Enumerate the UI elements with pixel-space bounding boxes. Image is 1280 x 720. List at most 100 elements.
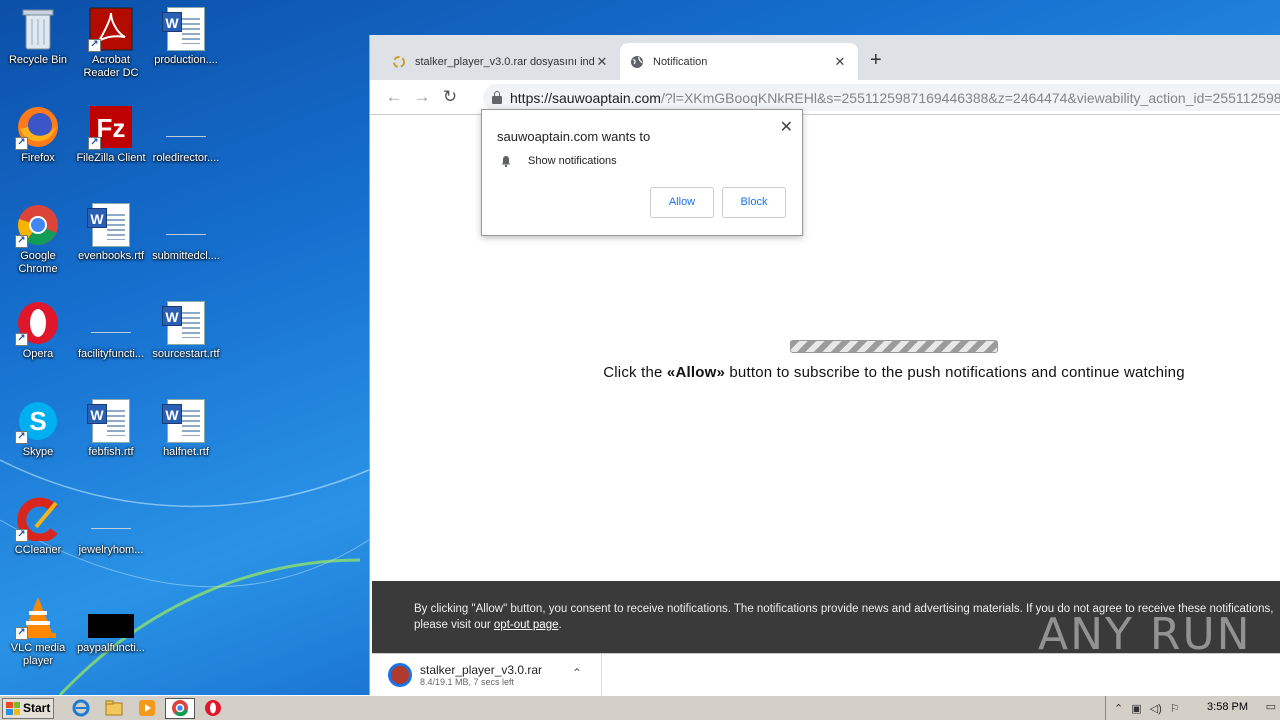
network-icon[interactable]: ▣: [1131, 702, 1141, 715]
desktop-icon-label: Acrobat Reader DC: [83, 54, 139, 79]
desktop-icon-label: FileZilla Client: [76, 152, 146, 164]
download-status: 8.4/19.1 MB, 7 secs left: [420, 677, 515, 687]
internet-explorer-icon[interactable]: [66, 698, 96, 719]
word-doc-icon: W: [87, 398, 134, 444]
desktop-icon-vlc[interactable]: ↗ VLC media player: [0, 594, 76, 668]
tab-notification[interactable]: Notification ✕: [620, 43, 858, 80]
system-tray: ⌃ ▣ ◁) ⚐ 3:58 PM ▭: [1105, 696, 1280, 720]
action-center-flag-icon[interactable]: ⚐: [1170, 702, 1180, 715]
desktop-icon-production[interactable]: W production....: [148, 6, 224, 67]
permission-item-label: Show notifications: [528, 155, 617, 167]
shortcut-arrow-icon: ↗: [15, 333, 28, 346]
blank-file-icon: [88, 496, 134, 542]
opera-icon: ↗: [15, 300, 61, 346]
firefox-icon: ↗: [15, 104, 61, 150]
desktop-icon-label: roledirector....: [152, 152, 220, 164]
close-icon[interactable]: ✕: [780, 117, 793, 137]
shortcut-arrow-icon: ↗: [88, 39, 101, 52]
desktop-icon-jewelryhom[interactable]: jewelryhom...: [73, 496, 149, 557]
url-path: /?l=XKmGBooqKNkREHl&s=255112598716944638…: [660, 89, 1280, 106]
clock[interactable]: 3:58 PM: [1207, 701, 1248, 713]
chrome-icon: ↗: [15, 202, 61, 248]
shortcut-arrow-icon: ↗: [15, 627, 28, 640]
desktop-icon-firefox[interactable]: ↗ Firefox: [0, 104, 76, 165]
start-button[interactable]: Start: [2, 697, 54, 719]
desktop-icon-febfish[interactable]: W febfish.rtf: [73, 398, 149, 459]
desktop-icon-ccleaner[interactable]: ↗ CCleaner: [0, 496, 76, 557]
forward-icon[interactable]: →: [408, 87, 436, 107]
desktop-icon-label: evenbooks.rtf: [77, 250, 145, 262]
shortcut-arrow-icon: ↗: [88, 137, 101, 150]
desktop-icon-label: production....: [154, 54, 218, 66]
back-icon[interactable]: ←: [380, 87, 408, 107]
loading-favicon-icon: [393, 55, 405, 68]
blank-file-icon: [88, 300, 134, 346]
desktop-icon-label: VLC media player: [10, 642, 66, 667]
globe-icon: [631, 55, 643, 68]
tab-strip: stalker_player_v3.0.rar dosyasını indir …: [370, 35, 1280, 80]
desktop-icon-label: sourcestart.rtf: [152, 348, 220, 360]
cta-text: button to subscribe to the push notifica…: [725, 364, 1185, 381]
block-button[interactable]: Block: [722, 187, 786, 218]
rar-archive-icon: [388, 663, 412, 687]
skype-icon: S ↗: [15, 398, 61, 444]
allow-button[interactable]: Allow: [650, 187, 714, 218]
desktop-icon-roledirector[interactable]: roledirector....: [148, 104, 224, 165]
consent-text: please visit our: [414, 619, 494, 631]
word-doc-icon: W: [162, 6, 209, 52]
desktop-icon-facilityfuncti[interactable]: facilityfuncti...: [73, 300, 149, 361]
chrome-taskbar-icon[interactable]: [165, 697, 195, 719]
desktop-icon-skype[interactable]: S ↗ Skype: [0, 398, 76, 459]
show-hidden-icons-icon[interactable]: ⌃: [1114, 702, 1123, 715]
desktop-icon-label: halfnet.rtf: [163, 446, 209, 458]
notification-permission-dialog: sauwoaptain.com wants to ✕ Show notifica…: [481, 109, 803, 236]
desktop-icon-label: febfish.rtf: [88, 446, 134, 458]
desktop-icon-label: Firefox: [21, 152, 55, 164]
download-item[interactable]: stalker_player_v3.0.rar 8.4/19.1 MB, 7 s…: [372, 654, 602, 696]
desktop-icon-acrobat[interactable]: ↗ Acrobat Reader DC: [73, 6, 149, 80]
reload-icon[interactable]: ↻: [436, 87, 464, 107]
desktop-icon-recycle-bin[interactable]: Recycle Bin: [0, 6, 76, 67]
desktop-icon-submittedcl[interactable]: submittedcl....: [148, 202, 224, 263]
recycle-bin-icon: [15, 6, 61, 52]
opt-out-link[interactable]: opt-out page: [494, 619, 559, 631]
download-bar: stalker_player_v3.0.rar 8.4/19.1 MB, 7 s…: [372, 653, 1280, 696]
word-doc-icon: W: [162, 398, 209, 444]
desktop-icon-paypalfuncti[interactable]: paypalfuncti...: [73, 594, 149, 655]
close-icon[interactable]: ✕: [594, 54, 610, 70]
desktop-icon-filezilla[interactable]: Fz ↗ FileZilla Client: [73, 104, 149, 165]
consent-text: .: [558, 619, 562, 631]
file-explorer-icon[interactable]: [99, 698, 129, 719]
close-icon[interactable]: ✕: [832, 54, 848, 70]
desktop-icon-sourcestart[interactable]: W sourcestart.rtf: [148, 300, 224, 361]
new-tab-icon[interactable]: +: [870, 49, 882, 72]
permission-item: Show notifications: [500, 155, 617, 167]
desktop-icon-chrome[interactable]: ↗ Google Chrome: [0, 202, 76, 276]
download-filename: stalker_player_v3.0.rar: [420, 663, 543, 677]
volume-icon[interactable]: ◁): [1150, 702, 1162, 715]
desktop-icon-opera[interactable]: ↗ Opera: [0, 300, 76, 361]
filezilla-icon: Fz ↗: [88, 104, 134, 150]
chevron-up-icon[interactable]: ⌃: [572, 666, 582, 680]
tab-download[interactable]: stalker_player_v3.0.rar dosyasını indir …: [382, 43, 620, 80]
shortcut-arrow-icon: ↗: [15, 137, 28, 150]
subscribe-message: Click the «Allow» button to subscribe to…: [570, 364, 1218, 381]
opera-taskbar-icon[interactable]: [198, 698, 228, 719]
desktop-icon-label: facilityfuncti...: [77, 348, 145, 360]
shortcut-arrow-icon: ↗: [15, 529, 28, 542]
permission-title: sauwoaptain.com wants to: [497, 129, 651, 144]
show-desktop-icon[interactable]: ▭: [1266, 700, 1276, 713]
svg-text:S: S: [29, 406, 46, 436]
word-doc-icon: W: [162, 300, 209, 346]
start-label: Start: [23, 701, 51, 715]
blank-file-icon: [163, 202, 209, 248]
desktop-icon-evenbooks[interactable]: W evenbooks.rtf: [73, 202, 149, 263]
desktop-icon-label: jewelryhom...: [78, 544, 144, 556]
lock-icon: [492, 90, 502, 104]
media-player-icon[interactable]: [132, 698, 162, 719]
desktop-icon-label: Opera: [22, 348, 54, 360]
url-host: https://sauwoaptain.com: [510, 89, 661, 106]
desktop-icon-halfnet[interactable]: W halfnet.rtf: [148, 398, 224, 459]
address-bar[interactable]: https://sauwoaptain.com/?l=XKmGBooqKNkRE…: [483, 84, 1280, 111]
bell-icon: [501, 156, 511, 167]
